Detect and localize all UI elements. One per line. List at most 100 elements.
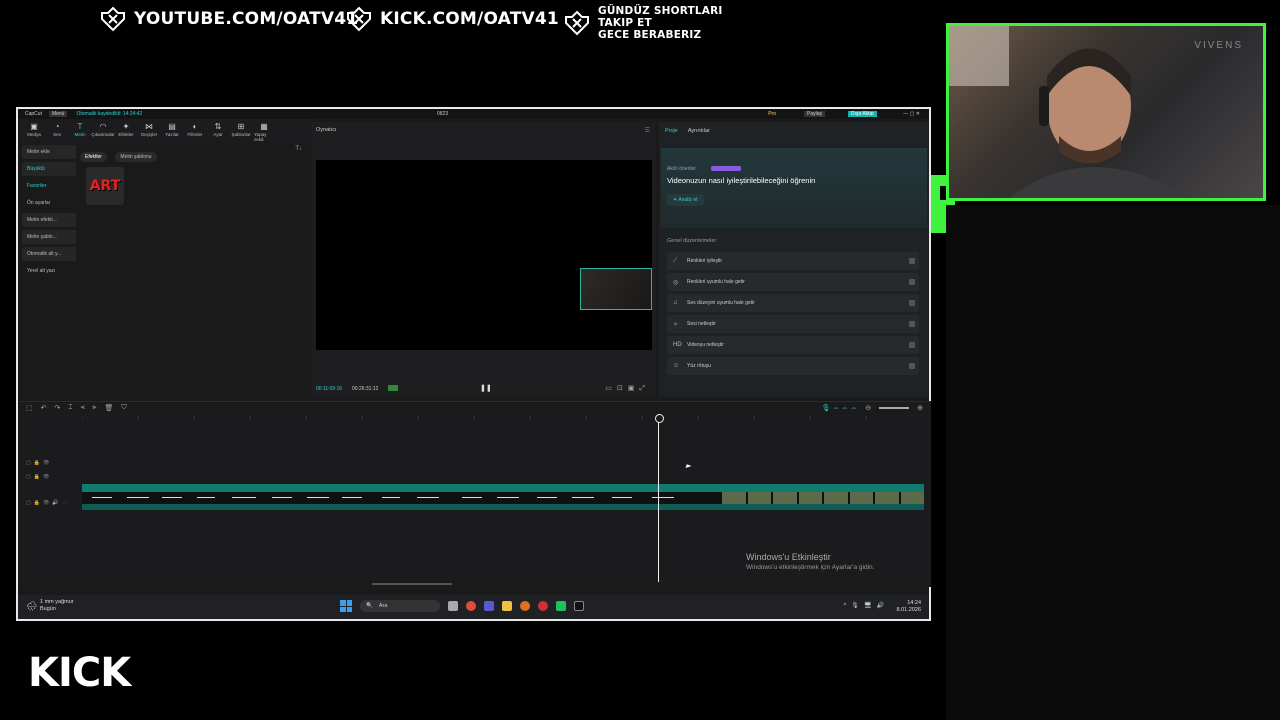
- shorts-line-1: GÜNDÜZ SHORTLARI: [598, 5, 723, 17]
- color-match-icon: ◎: [673, 279, 679, 286]
- system-tray-icons[interactable]: ^🎙🖥🔊: [843, 602, 889, 609]
- sort-icon[interactable]: T↓: [295, 146, 302, 152]
- nav-item-1[interactable]: Büyüklü: [22, 162, 76, 176]
- taskbar-search[interactable]: 🔍 Ara: [360, 600, 440, 612]
- general-edit-row[interactable]: ☺ Yüz rötuşu: [667, 357, 919, 375]
- audio-icon: ◔: [54, 122, 60, 131]
- file-explorer-icon[interactable]: [502, 601, 512, 611]
- zoom-slider[interactable]: [879, 407, 910, 409]
- tab-text-templates[interactable]: Metin şablonu: [115, 152, 157, 162]
- toolbar-label: Metin: [74, 132, 86, 137]
- general-edit-row[interactable]: ◎ Renkleri uyumlu hale getir: [667, 273, 919, 291]
- media-icon: ▣: [30, 122, 38, 131]
- pro-badge[interactable]: Pro: [765, 111, 779, 117]
- clip-footer: [82, 504, 924, 510]
- kick-url: KICK.COM/OATV41: [380, 9, 559, 29]
- browser-icon[interactable]: [520, 601, 530, 611]
- general-edit-row[interactable]: ✧ Sesi netleştir: [667, 315, 919, 333]
- timeline-scrollbar[interactable]: [372, 583, 452, 585]
- ai-icon: ▦: [260, 122, 268, 131]
- export-button[interactable]: Dışa Aktar: [847, 111, 877, 117]
- copilot-icon[interactable]: [466, 601, 476, 611]
- nav-item-2[interactable]: Favoriler: [22, 179, 76, 193]
- clock-date: 8.01.2026: [896, 607, 921, 613]
- toolbar-text-button[interactable]: T Metin: [70, 122, 90, 140]
- weather-icon[interactable]: 🌧: [26, 601, 37, 612]
- task-view-icon[interactable]: [448, 601, 458, 611]
- toolbar-ai-button[interactable]: ▦ Yapay zekâ: [254, 122, 274, 142]
- nav-item-6[interactable]: Otomatik alt y...: [22, 247, 76, 261]
- select-tool-icon[interactable]: ⬚: [26, 404, 33, 412]
- premium-toggle-icon[interactable]: [909, 300, 915, 306]
- shorts-line-2: TAKIP ET: [598, 17, 652, 29]
- main-video-clip[interactable]: [82, 484, 924, 510]
- track-controls-main[interactable]: ▢🔒👁🔊⋯: [26, 500, 70, 506]
- player-view-controls-icon[interactable]: ▭⊡▣⤢: [605, 384, 650, 393]
- toolbar-audio-button[interactable]: ◔ Ses: [47, 122, 67, 140]
- redo-icon[interactable]: ↷: [55, 404, 61, 412]
- premium-toggle-icon[interactable]: [909, 342, 915, 348]
- toolbar-captions-button[interactable]: ▤ Yazılar: [162, 122, 182, 140]
- project-title: 0823: [437, 111, 449, 117]
- split-icon[interactable]: ⌶: [68, 404, 72, 412]
- tab-effects[interactable]: Efektler: [80, 152, 107, 162]
- general-edit-row[interactable]: HD Videoyu netleştir: [667, 336, 919, 354]
- kick-brand-icon: [100, 6, 126, 32]
- nav-item-3[interactable]: Ön ayarlar: [22, 196, 76, 210]
- premium-toggle-icon[interactable]: [909, 363, 915, 369]
- premium-toggle-icon[interactable]: [909, 321, 915, 327]
- delete-icon[interactable]: 🗑: [104, 404, 113, 412]
- total-timecode: 00:26:31:12: [352, 386, 379, 392]
- share-button[interactable]: Paylaş: [803, 111, 825, 117]
- toolbar-label: Yazılar: [165, 132, 179, 137]
- track-controls-1[interactable]: ▢🔒👁: [26, 460, 52, 466]
- windows-start-icon[interactable]: [340, 600, 352, 612]
- marker-icon[interactable]: ⛉: [121, 404, 126, 412]
- filters-icon: ◐: [192, 122, 198, 131]
- general-edit-row[interactable]: ⟋ Renkleri iyileştir: [667, 252, 919, 270]
- pause-icon[interactable]: ❚❚: [480, 384, 492, 392]
- timeline-link-icons[interactable]: 🎙 ⇔ ⇔ ⇔: [822, 404, 858, 412]
- weather-widget[interactable]: 1 mm yağmur Bugün: [40, 599, 74, 613]
- toolbar-media-button[interactable]: ▣ Medya: [24, 122, 44, 140]
- premium-toggle-icon[interactable]: [909, 258, 915, 264]
- nav-item-4[interactable]: Metin efekti...: [22, 213, 76, 227]
- timeline-ruler[interactable]: [81, 416, 927, 424]
- toolbar-sticker-button[interactable]: ◠ Çıkartmalar: [91, 122, 114, 140]
- opera-icon[interactable]: [538, 601, 548, 611]
- capcut-icon[interactable]: [574, 601, 584, 611]
- zoom-out-icon[interactable]: ⊖: [865, 404, 871, 412]
- menu-button[interactable]: Menü: [48, 111, 68, 117]
- premium-toggle-icon[interactable]: [909, 279, 915, 285]
- art-sticker-item[interactable]: ART: [86, 167, 124, 205]
- trim-right-icon[interactable]: ⫸: [93, 404, 97, 412]
- player-menu-icon[interactable]: ☰: [645, 127, 650, 134]
- nav-item-5[interactable]: Metin şablo...: [22, 230, 76, 244]
- toolbar-filters-button[interactable]: ◐ Filtreler: [185, 122, 205, 140]
- nav-item-7[interactable]: Yerel alt yazı: [22, 264, 76, 278]
- zoom-fit-icon[interactable]: ⊕: [917, 404, 923, 412]
- general-edit-row[interactable]: ♫ Ses düzeyini uyumlu hale getir: [667, 294, 919, 312]
- nav-item-0[interactable]: Metin ekle: [22, 145, 76, 159]
- toolbar-transitions-button[interactable]: ⋈ Geçişler: [139, 122, 159, 140]
- toolbar-templates-button[interactable]: ⊞ Şablonlar: [231, 122, 251, 140]
- analyze-button[interactable]: ✦ Analiz et: [667, 194, 704, 206]
- taskbar-clock[interactable]: 14:24 8.01.2026: [897, 600, 921, 614]
- face-icon: ☺: [673, 363, 680, 369]
- teams-icon[interactable]: [484, 601, 494, 611]
- preview-canvas[interactable]: [316, 160, 652, 350]
- trim-left-icon[interactable]: ⫷: [81, 404, 85, 412]
- weather-day: Bugün: [40, 606, 56, 612]
- preview-webcam-overlay[interactable]: [580, 268, 652, 310]
- toolbar-effects-button[interactable]: ✦ Efektler: [116, 122, 136, 140]
- webcam-feed: VIVENS: [946, 23, 1266, 201]
- tab-project[interactable]: Proje: [665, 128, 678, 134]
- window-controls[interactable]: — ▢ ✕: [900, 111, 923, 117]
- toolbar-adjust-button[interactable]: ⇅ Ayar: [208, 122, 228, 140]
- undo-icon[interactable]: ↶: [41, 404, 47, 412]
- track-controls-2[interactable]: ▢🔒👁: [26, 474, 52, 480]
- playhead[interactable]: [655, 414, 664, 582]
- tab-details[interactable]: Ayrıntılar: [688, 128, 710, 134]
- obs-icon[interactable]: [556, 601, 566, 611]
- search-icon: 🔍: [366, 603, 373, 609]
